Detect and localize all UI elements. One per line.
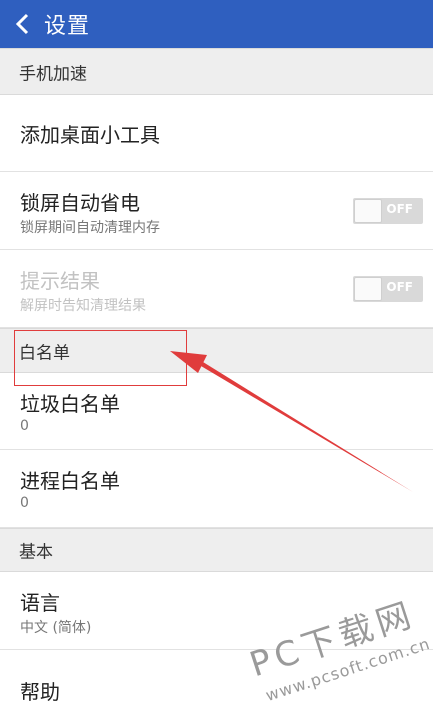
item-title: 锁屏自动省电 xyxy=(20,191,140,215)
toggle-knob xyxy=(354,277,382,301)
show-result-toggle[interactable]: OFF xyxy=(353,276,423,302)
item-subtitle: 0 xyxy=(20,495,29,511)
toggle-state: OFF xyxy=(386,280,413,294)
section-label: 白名单 xyxy=(19,343,70,363)
setting-item-show-result[interactable]: 提示结果 解屏时告知清理结果 OFF xyxy=(0,250,433,328)
item-title: 垃圾白名单 xyxy=(20,392,120,416)
section-header-speedup: 手机加速 xyxy=(0,48,433,95)
toggle-knob xyxy=(354,199,382,223)
item-subtitle: 中文 (简体) xyxy=(20,620,92,636)
setting-item-lock-screen-save[interactable]: 锁屏自动省电 锁屏期间自动清理内存 OFF xyxy=(0,172,433,250)
setting-item-language[interactable]: 语言 中文 (简体) xyxy=(0,572,433,650)
section-header-basic: 基本 xyxy=(0,528,433,572)
item-subtitle: 锁屏期间自动清理内存 xyxy=(20,220,160,236)
setting-item-help[interactable]: 帮助 xyxy=(0,650,433,715)
item-title: 添加桌面小工具 xyxy=(20,123,160,147)
item-title: 帮助 xyxy=(20,680,60,704)
chevron-left-icon[interactable] xyxy=(2,0,42,48)
item-subtitle: 0 xyxy=(20,418,29,434)
section-header-whitelist: 白名单 xyxy=(0,328,433,373)
toggle-state: OFF xyxy=(386,202,413,216)
section-label: 基本 xyxy=(19,542,53,563)
item-title: 进程白名单 xyxy=(20,469,120,493)
setting-item-add-widget[interactable]: 添加桌面小工具 xyxy=(0,95,433,172)
setting-item-junk-whitelist[interactable]: 垃圾白名单 0 xyxy=(0,373,433,450)
item-title: 提示结果 xyxy=(20,269,100,293)
app-bar: 设置 xyxy=(0,0,433,48)
section-label: 手机加速 xyxy=(19,64,87,84)
lock-screen-save-toggle[interactable]: OFF xyxy=(353,198,423,224)
page-title: 设置 xyxy=(44,14,91,39)
item-title: 语言 xyxy=(20,591,60,615)
setting-item-process-whitelist[interactable]: 进程白名单 0 xyxy=(0,450,433,528)
item-subtitle: 解屏时告知清理结果 xyxy=(20,298,146,314)
